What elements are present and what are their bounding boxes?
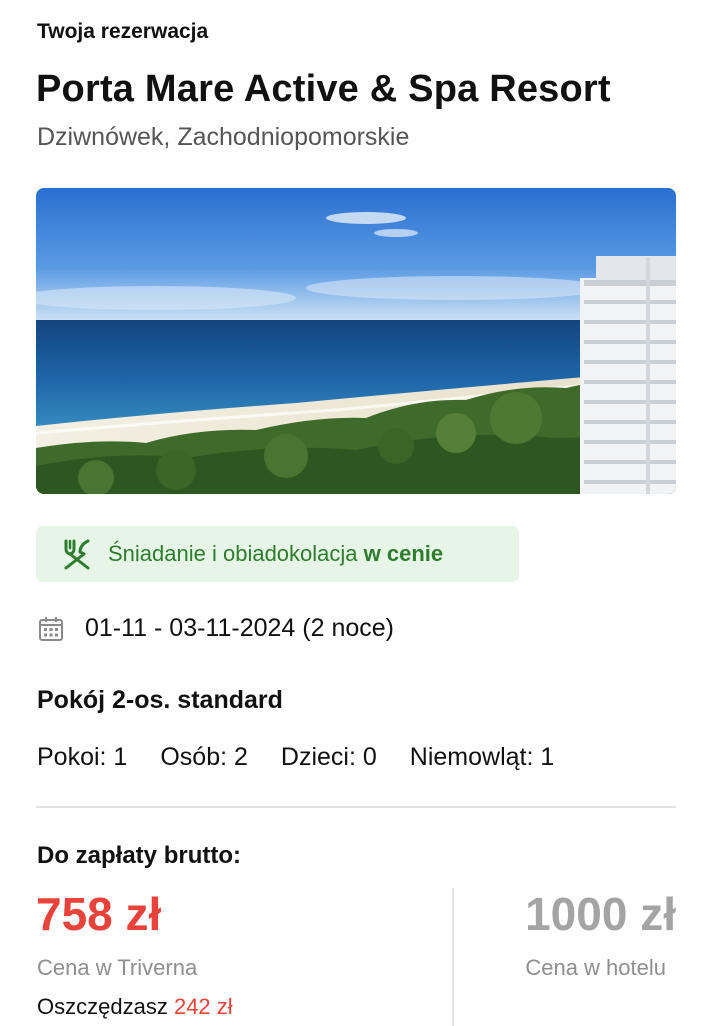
room-type: Pokój 2-os. standard (37, 686, 283, 714)
hotel-price: 1000 zł (525, 888, 676, 940)
hotel-photo (36, 188, 676, 494)
triverna-price-label: Cena w Triverna (37, 955, 198, 980)
guests-summary: Pokoi: 1 Osób: 2 Dzieci: 0 Niemowląt: 1 (37, 743, 587, 772)
board-label: Śniadanie i obiadokolacja (108, 541, 358, 566)
board-badge: Śniadanie i obiadokolacja w cenie (36, 526, 519, 582)
divider (36, 806, 676, 808)
infants-count: Niemowląt: 1 (409, 743, 555, 771)
board-text: Śniadanie i obiadokolacja w cenie (108, 541, 443, 567)
savings-amount: 242 zł (173, 994, 233, 1019)
hotel-name: Porta Mare Active & Spa Resort (36, 68, 611, 110)
triverna-price: 758 zł (36, 888, 162, 940)
adults-count: Osób: 2 (160, 743, 248, 771)
calendar-icon (37, 615, 65, 643)
savings-label: Oszczędzasz (37, 994, 168, 1019)
price-divider (452, 888, 454, 1026)
stay-dates: 01-11 - 03-11-2024 (2 noce) (37, 614, 394, 643)
stay-dates-text: 01-11 - 03-11-2024 (2 noce) (85, 614, 394, 642)
children-count: Dzieci: 0 (280, 743, 377, 771)
savings: Oszczędzasz 242 zł (37, 994, 233, 1020)
total-label: Do zapłaty brutto: (37, 842, 241, 869)
section-label: Twoja rezerwacja (37, 20, 209, 43)
cutlery-icon (60, 537, 94, 571)
rooms-count: Pokoi: 1 (37, 743, 128, 771)
hotel-price-label: Cena w hotelu (525, 955, 666, 980)
hotel-location: Dziwnówek, Zachodniopomorskie (37, 123, 410, 151)
board-highlight: w cenie (363, 541, 444, 566)
